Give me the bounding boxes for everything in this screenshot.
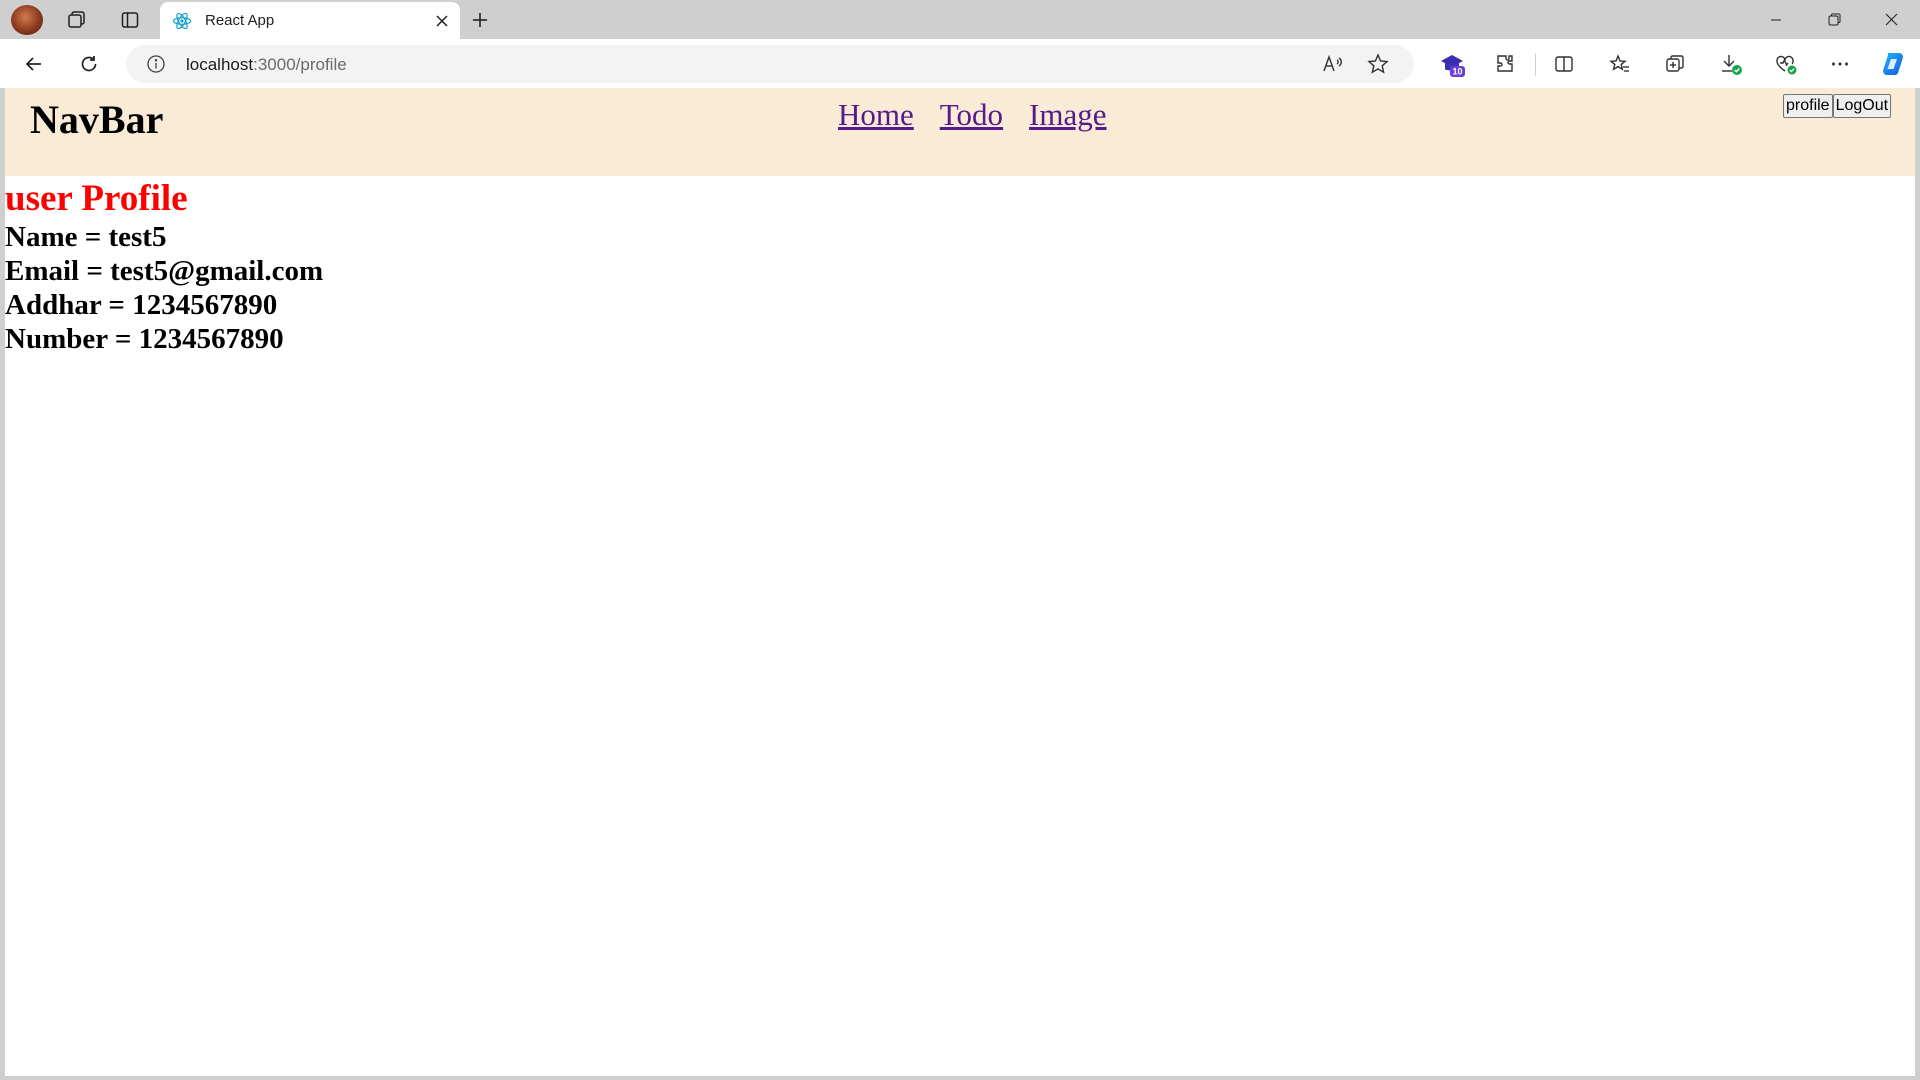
app-navbar: NavBar Home Todo Image profile LogOut: [5, 88, 1915, 176]
extension-badge-count: 10: [1452, 67, 1462, 77]
downloads-icon[interactable]: [1715, 48, 1747, 80]
read-aloud-icon[interactable]: [1320, 52, 1344, 76]
profile-avatar[interactable]: [11, 5, 43, 35]
navbar-links: Home Todo Image: [838, 97, 1107, 133]
more-icon[interactable]: [1824, 48, 1856, 80]
extensions-icon[interactable]: [1489, 48, 1521, 80]
collections-icon[interactable]: [1659, 48, 1691, 80]
address-url[interactable]: localhost:3000/profile: [186, 55, 347, 75]
profile-addhar: Addhar = 1234567890: [5, 289, 278, 321]
vertical-tabs-icon[interactable]: [112, 4, 148, 36]
react-icon: [172, 11, 192, 31]
navbar-actions: profile LogOut: [1783, 94, 1892, 118]
split-screen-icon[interactable]: [1548, 48, 1580, 80]
nav-link-image[interactable]: Image: [1029, 97, 1106, 133]
browser-tab-bar: React App: [0, 0, 1920, 39]
nav-link-home[interactable]: Home: [838, 97, 914, 133]
window-edge-bottom: [0, 1076, 1920, 1080]
profile-title: user Profile: [5, 178, 188, 219]
close-window-icon[interactable]: [1862, 0, 1920, 39]
plus-icon[interactable]: [462, 4, 498, 36]
refresh-icon[interactable]: [72, 47, 106, 81]
profile-number: Number = 1234567890: [5, 323, 284, 355]
address-path: :3000/profile: [253, 55, 347, 74]
navbar-brand: NavBar: [30, 97, 164, 142]
page-viewport: NavBar Home Todo Image profile LogOut us…: [5, 88, 1915, 1076]
profile-button[interactable]: profile: [1783, 94, 1833, 118]
profile-email: Email = test5@gmail.com: [5, 255, 324, 287]
tab-title: React App: [205, 12, 275, 29]
close-icon[interactable]: [430, 9, 454, 33]
back-icon[interactable]: [17, 47, 51, 81]
minimize-icon[interactable]: [1747, 0, 1805, 39]
workspaces-icon[interactable]: [59, 4, 95, 36]
browser-toolbar: localhost:3000/profile 10: [0, 39, 1920, 89]
window-edge-right: [1915, 88, 1920, 1080]
browser-tab[interactable]: React App: [160, 2, 460, 39]
user-profile-section: user Profile Name = test5 Email = test5@…: [5, 176, 323, 356]
favorites-icon[interactable]: [1604, 48, 1636, 80]
logout-button[interactable]: LogOut: [1832, 94, 1892, 118]
nav-link-todo[interactable]: Todo: [940, 97, 1003, 133]
browser-essentials-icon[interactable]: [1770, 48, 1802, 80]
restore-icon[interactable]: [1805, 0, 1863, 39]
profile-name: Name = test5: [5, 221, 167, 253]
toolbar-divider: [1535, 54, 1536, 76]
address-bar[interactable]: localhost:3000/profile: [126, 45, 1414, 83]
favorite-star-icon[interactable]: [1366, 52, 1390, 76]
address-host: localhost: [186, 55, 254, 74]
extension-badge-icon[interactable]: 10: [1436, 48, 1468, 80]
copilot-icon[interactable]: [1877, 48, 1909, 80]
site-info-icon[interactable]: [146, 54, 166, 74]
